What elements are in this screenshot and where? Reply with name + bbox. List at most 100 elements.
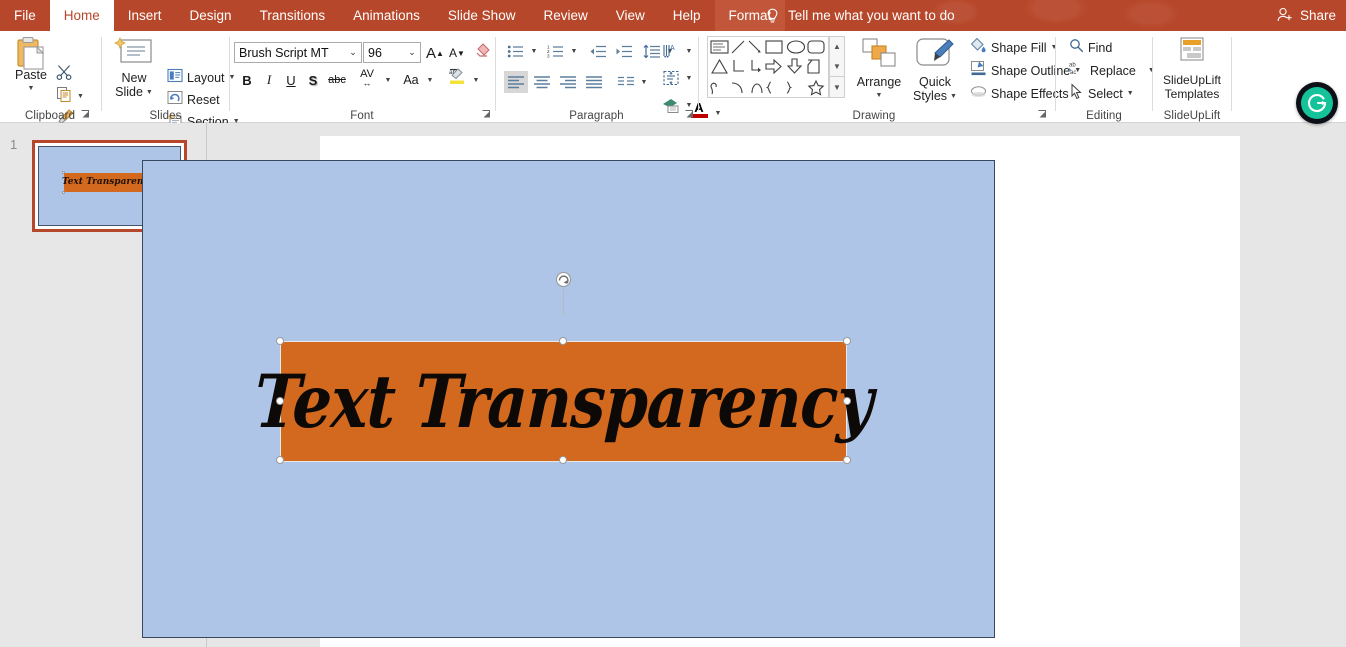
justify-button[interactable] xyxy=(582,71,606,93)
smartart-button[interactable] xyxy=(659,94,683,116)
tab-insert[interactable]: Insert xyxy=(114,0,176,31)
ribbon-group-font: Brush Script MT ⌄ 96 ⌄ A▲ A▼ B I U S xyxy=(230,31,494,123)
clipboard-dialog-launcher[interactable] xyxy=(80,109,91,120)
text-shadow-button[interactable]: S xyxy=(302,69,324,91)
slideuplift-group-label: SlideUpLift xyxy=(1153,110,1231,122)
tab-review[interactable]: Review xyxy=(529,0,601,31)
scroll-up-icon[interactable]: ▲ xyxy=(830,37,844,57)
chevron-down-icon[interactable]: ⌄ xyxy=(345,47,361,58)
text-highlight-button[interactable]: ab xyxy=(444,66,470,88)
slide-surface[interactable]: Text Transparency xyxy=(142,160,995,638)
increase-indent-button[interactable] xyxy=(612,40,636,62)
share-button[interactable]: Share xyxy=(1277,0,1336,31)
arrange-button[interactable]: Arrange ▼ xyxy=(851,36,907,99)
align-center-button[interactable] xyxy=(530,71,554,93)
smartart-dropdown[interactable]: ▼ xyxy=(683,94,695,116)
resize-handle-e[interactable] xyxy=(843,397,851,405)
clear-formatting-icon xyxy=(473,42,491,62)
resize-handle-n[interactable] xyxy=(559,337,567,345)
new-slide-label-line1: New xyxy=(121,71,146,85)
chevron-down-icon: ▼ xyxy=(77,93,84,100)
grammarly-badge[interactable] xyxy=(1296,82,1338,124)
decrease-font-size-button[interactable]: A▼ xyxy=(446,42,468,64)
tab-help[interactable]: Help xyxy=(659,0,715,31)
find-button[interactable]: Find xyxy=(1066,37,1115,58)
shapes-more-icon[interactable]: ▼ xyxy=(830,76,844,97)
shapes-gallery-scrollbar[interactable]: ▲ ▼ ▼ xyxy=(829,36,845,98)
shapes-gallery[interactable] xyxy=(707,36,829,98)
columns-button[interactable] xyxy=(614,71,638,93)
strikethrough-button[interactable]: abc xyxy=(324,69,350,91)
tab-transitions[interactable]: Transitions xyxy=(246,0,340,31)
font-name-combobox[interactable]: Brush Script MT ⌄ xyxy=(234,42,362,63)
align-right-button[interactable] xyxy=(556,71,580,93)
highlight-dropdown[interactable]: ▼ xyxy=(470,69,482,91)
underline-button[interactable]: U xyxy=(280,69,302,91)
character-spacing-dropdown[interactable]: ▼ xyxy=(382,69,394,91)
scroll-down-icon[interactable]: ▼ xyxy=(830,57,844,77)
bold-button[interactable]: B xyxy=(236,69,258,91)
text-shape[interactable]: Text Transparency xyxy=(280,341,847,462)
decrease-indent-button[interactable] xyxy=(586,40,610,62)
bullets-button[interactable] xyxy=(504,40,528,62)
change-case-button[interactable]: Aa xyxy=(398,69,424,91)
select-button[interactable]: Select ▼ xyxy=(1066,83,1137,104)
tab-view[interactable]: View xyxy=(602,0,659,31)
text-shadow-label: S xyxy=(309,73,318,88)
replace-button[interactable]: abac Replace ▼ xyxy=(1066,60,1158,81)
chevron-down-icon[interactable]: ⌄ xyxy=(404,47,420,58)
text-direction-dropdown[interactable]: ▼ xyxy=(683,40,695,62)
resize-handle-nw[interactable] xyxy=(276,337,284,345)
tab-animations[interactable]: Animations xyxy=(339,0,434,31)
tab-file[interactable]: File xyxy=(0,0,50,31)
slideuplift-templates-button[interactable]: SlideUpLift Templates xyxy=(1157,36,1227,101)
resize-handle-ne[interactable] xyxy=(843,337,851,345)
columns-dropdown[interactable]: ▼ xyxy=(638,71,650,93)
rotate-handle[interactable] xyxy=(555,271,572,288)
italic-button[interactable]: I xyxy=(258,69,280,91)
align-text-button[interactable] xyxy=(659,67,683,89)
copy-button[interactable]: ▼ xyxy=(53,86,87,107)
reset-button[interactable]: Reset xyxy=(164,89,223,110)
change-case-dropdown[interactable]: ▼ xyxy=(424,69,436,91)
shape-fill-button[interactable]: Shape Fill ▼ xyxy=(967,37,1061,58)
shape-fill-label: Shape Fill xyxy=(991,41,1047,55)
align-left-button[interactable] xyxy=(504,71,528,93)
chevron-down-icon: ▼ xyxy=(686,75,693,82)
thumbnail-shape-text: Text Transparency xyxy=(62,177,154,188)
grammarly-icon xyxy=(1301,87,1333,119)
underline-label: U xyxy=(286,73,295,88)
paste-button[interactable]: Paste ▼ xyxy=(8,36,54,92)
resize-handle-se[interactable] xyxy=(843,456,851,464)
resize-handle-sw[interactable] xyxy=(276,456,284,464)
resize-handle-s[interactable] xyxy=(559,456,567,464)
decrease-font-size-icon: A xyxy=(449,46,457,60)
chevron-down-icon: ▼ xyxy=(876,92,883,99)
numbering-button[interactable]: 123 xyxy=(544,40,568,62)
quick-styles-button[interactable]: Quick Styles ▼ xyxy=(907,36,963,103)
cut-button[interactable] xyxy=(53,64,76,85)
ribbon-group-clipboard: Paste ▼ ▼ Clipboard xyxy=(0,31,100,123)
drawing-dialog-launcher[interactable] xyxy=(1037,109,1048,120)
tab-design[interactable]: Design xyxy=(176,0,246,31)
font-size-combobox[interactable]: 96 ⌄ xyxy=(363,42,421,63)
tab-slide-show-label: Slide Show xyxy=(448,8,516,23)
clear-formatting-button[interactable] xyxy=(470,41,494,63)
rotation-connector xyxy=(563,289,564,315)
layout-button[interactable]: Layout ▼ xyxy=(164,67,238,88)
layout-label: Layout xyxy=(187,71,225,85)
bullets-dropdown[interactable]: ▼ xyxy=(528,40,540,62)
tab-slide-show[interactable]: Slide Show xyxy=(434,0,530,31)
text-direction-button[interactable]: A xyxy=(659,40,683,62)
tell-me-search[interactable]: Tell me what you want to do xyxy=(766,0,955,31)
align-text-dropdown[interactable]: ▼ xyxy=(683,67,695,89)
numbering-dropdown[interactable]: ▼ xyxy=(568,40,580,62)
thumbnail-handle xyxy=(62,171,65,174)
tab-home[interactable]: Home xyxy=(50,0,114,31)
resize-handle-w[interactable] xyxy=(276,397,284,405)
font-dialog-launcher[interactable] xyxy=(481,109,492,120)
new-slide-button[interactable]: New Slide ▼ xyxy=(108,36,160,99)
character-spacing-button[interactable]: AV ↔ xyxy=(352,67,382,89)
increase-font-size-button[interactable]: A▲ xyxy=(424,42,446,64)
svg-text:ab: ab xyxy=(1069,63,1076,69)
